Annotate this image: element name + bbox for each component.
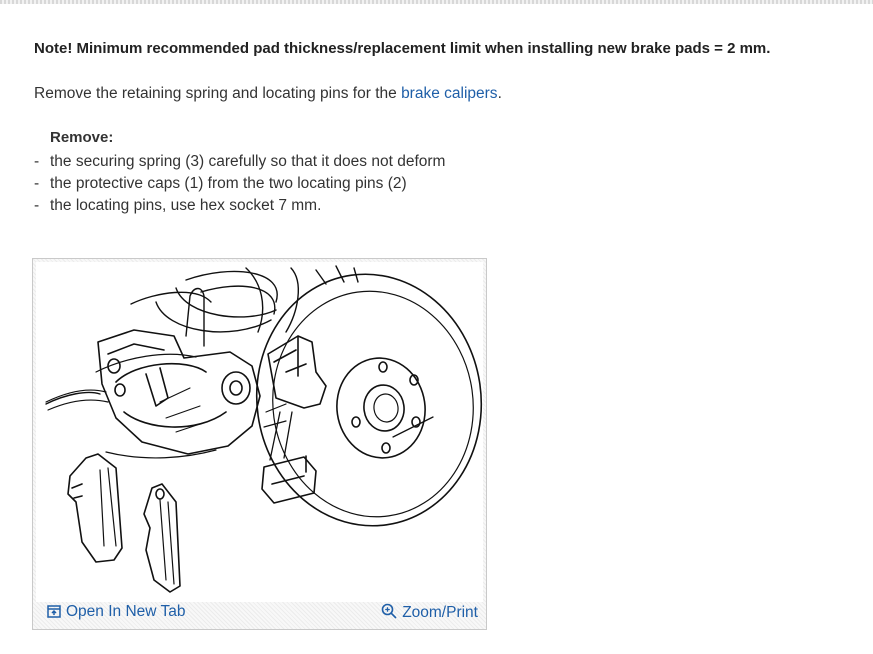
intro-text: Remove the retaining spring and locating… [34, 85, 402, 102]
step-text: the securing spring (3) carefully so tha… [50, 153, 446, 170]
brake-pad-right [143, 483, 181, 593]
step-text: the locating pins, use hex socket 7 mm. [50, 197, 322, 214]
open-in-new-tab-icon [47, 605, 61, 618]
knuckle-lines [45, 353, 287, 459]
caliper-housing [45, 287, 261, 455]
open-in-new-tab-label: Open In New Tab [66, 603, 186, 620]
illustration-panel [36, 262, 483, 602]
zoom-print-link[interactable]: Zoom/Print [381, 603, 478, 622]
intro-period: . [497, 85, 502, 102]
step-text: the protective caps (1) from the two loc… [50, 175, 407, 192]
open-in-new-tab-link[interactable]: Open In New Tab [47, 603, 185, 621]
pad-thickness-note: Note! Minimum recommended pad thickness/… [34, 40, 771, 57]
list-item: - the locating pins, use hex socket 7 mm. [34, 197, 322, 214]
remove-steps-list: - the securing spring (3) carefully so th… [34, 151, 445, 217]
intro-paragraph: Remove the retaining spring and locating… [34, 85, 502, 103]
list-item: - the protective caps (1) from the two lo… [34, 175, 407, 192]
figure-toolbar: Open In New Tab Zoom/Print [33, 601, 486, 625]
brake-pad-left [67, 453, 123, 563]
zoom-magnifier-icon [381, 603, 397, 619]
brake-calipers-link[interactable]: brake calipers [401, 85, 498, 102]
list-item: - the securing spring (3) carefully so th… [34, 153, 446, 170]
coil-spring [130, 265, 359, 333]
top-border [0, 0, 873, 4]
brake-illustration-figure: Open In New Tab Zoom/Print [32, 258, 487, 630]
caliper-carrier [261, 335, 327, 504]
zoom-print-label: Zoom/Print [402, 604, 478, 621]
brake-caliper-illustration [45, 265, 483, 593]
remove-heading: Remove: [50, 129, 114, 146]
brake-disc [255, 273, 483, 527]
